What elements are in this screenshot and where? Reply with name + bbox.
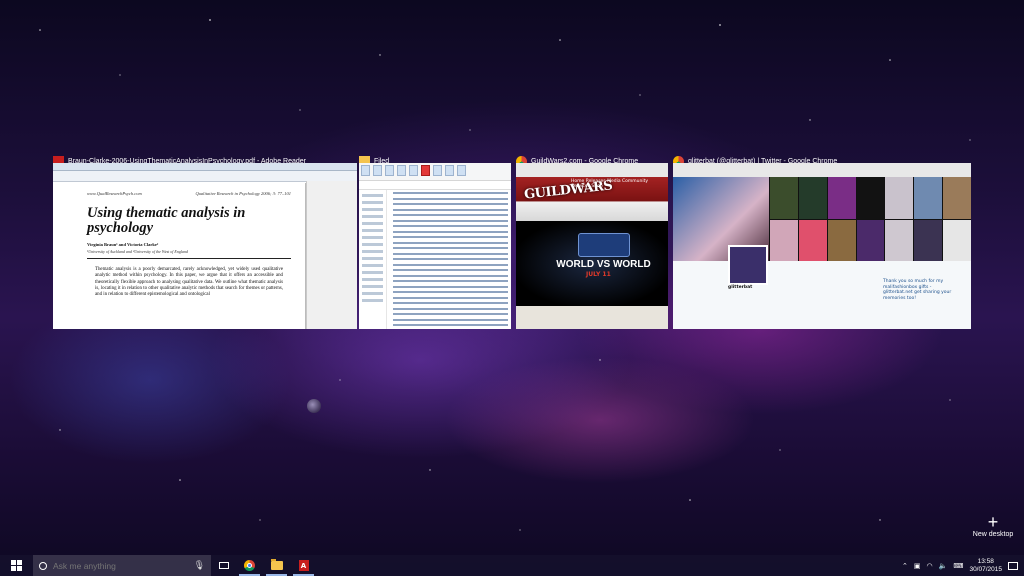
clock[interactable]: 13:58 30/07/2015 bbox=[969, 558, 1002, 574]
window-preview: glitterbat Thank you so much for my mali… bbox=[673, 163, 971, 329]
paper-abstract: Thematic analysis is a poorly demarcated… bbox=[95, 267, 283, 298]
avatar[interactable] bbox=[728, 245, 768, 285]
window-thumbnail-twitter[interactable]: glitterbat (@glitterbat) | Twitter - Goo… bbox=[673, 154, 971, 329]
microphone-icon[interactable]: 🎙 bbox=[194, 561, 205, 571]
window-thumbnail-adobe-reader[interactable]: Braun-Clarke-2006-UsingThematicAnalysisI… bbox=[53, 154, 357, 329]
window-thumbnail-guildwars2[interactable]: GuildWars2.com - Google Chrome GUILDWARS… bbox=[516, 154, 668, 329]
clock-date: 30/07/2015 bbox=[969, 565, 1002, 573]
taskbar-app-chrome[interactable] bbox=[236, 555, 263, 576]
volume-icon[interactable]: 🔈 bbox=[939, 562, 948, 570]
wvw-emblem bbox=[578, 233, 630, 257]
window-thumbnail-file-explorer[interactable]: Filed bbox=[359, 154, 511, 329]
site-menu: Home Releases Media Community Services S… bbox=[571, 179, 649, 189]
journal-citation: Qualitative Research in Psychology 2006;… bbox=[195, 191, 291, 196]
tweet-text: Thank you so much for my malifashionbox … bbox=[883, 279, 952, 301]
taskbar: 🎙 A ⌃ ▣ ◠ 🔈 ⌨ 13:58 30/07/2015 bbox=[0, 555, 1024, 576]
chrome-icon bbox=[244, 560, 255, 571]
plus-icon: + bbox=[987, 512, 999, 532]
wallpaper-planet bbox=[307, 399, 321, 413]
task-view-icon bbox=[218, 562, 229, 569]
windows-logo-icon bbox=[11, 560, 22, 571]
tools-pane bbox=[306, 181, 357, 329]
system-tray: ⌃ ▣ ◠ 🔈 ⌨ 13:58 30/07/2015 bbox=[902, 558, 1024, 574]
task-view-button[interactable] bbox=[211, 555, 236, 576]
profile-username: glitterbat bbox=[728, 285, 753, 290]
action-center-icon[interactable] bbox=[1008, 561, 1018, 570]
window-preview: GUILDWARS Home Releases Media Community … bbox=[516, 163, 668, 329]
taskbar-app-file-explorer[interactable] bbox=[263, 555, 290, 576]
journal-site: www.QualResearchPsych.com bbox=[87, 191, 142, 196]
clock-time: 13:58 bbox=[977, 557, 994, 565]
show-hidden-icons[interactable]: ⌃ bbox=[902, 562, 908, 570]
taskbar-app-adobe-reader[interactable]: A bbox=[290, 555, 317, 576]
pdf-page: www.QualResearchPsych.com Qualitative Re… bbox=[59, 183, 306, 329]
cortana-search-box[interactable]: 🎙 bbox=[33, 555, 211, 576]
new-desktop-button[interactable]: + New desktop bbox=[972, 513, 1014, 538]
folder-icon bbox=[270, 559, 283, 570]
paper-authors: Virginia Braun¹ and Victoria Clarke² bbox=[87, 242, 159, 247]
cortana-icon bbox=[39, 561, 47, 570]
window-preview: www.QualResearchPsych.com Qualitative Re… bbox=[53, 163, 357, 329]
wifi-icon[interactable]: ◠ bbox=[927, 562, 933, 570]
keyboard-icon[interactable]: ⌨ bbox=[953, 562, 963, 570]
search-input[interactable] bbox=[53, 560, 194, 571]
start-button[interactable] bbox=[0, 555, 33, 576]
network-icon[interactable]: ▣ bbox=[914, 562, 921, 570]
media-grid bbox=[673, 177, 971, 261]
paper-affiliation: ¹University of Auckland and ²University … bbox=[87, 249, 291, 259]
wvw-date: JULY 11 bbox=[586, 271, 611, 278]
new-desktop-label: New desktop bbox=[972, 531, 1014, 538]
window-preview bbox=[359, 163, 511, 329]
adobe-reader-icon: A bbox=[298, 560, 309, 571]
paper-title: Using thematic analysis in psychology bbox=[87, 205, 246, 236]
wvw-headline: WORLD VS WORLD bbox=[556, 259, 651, 270]
